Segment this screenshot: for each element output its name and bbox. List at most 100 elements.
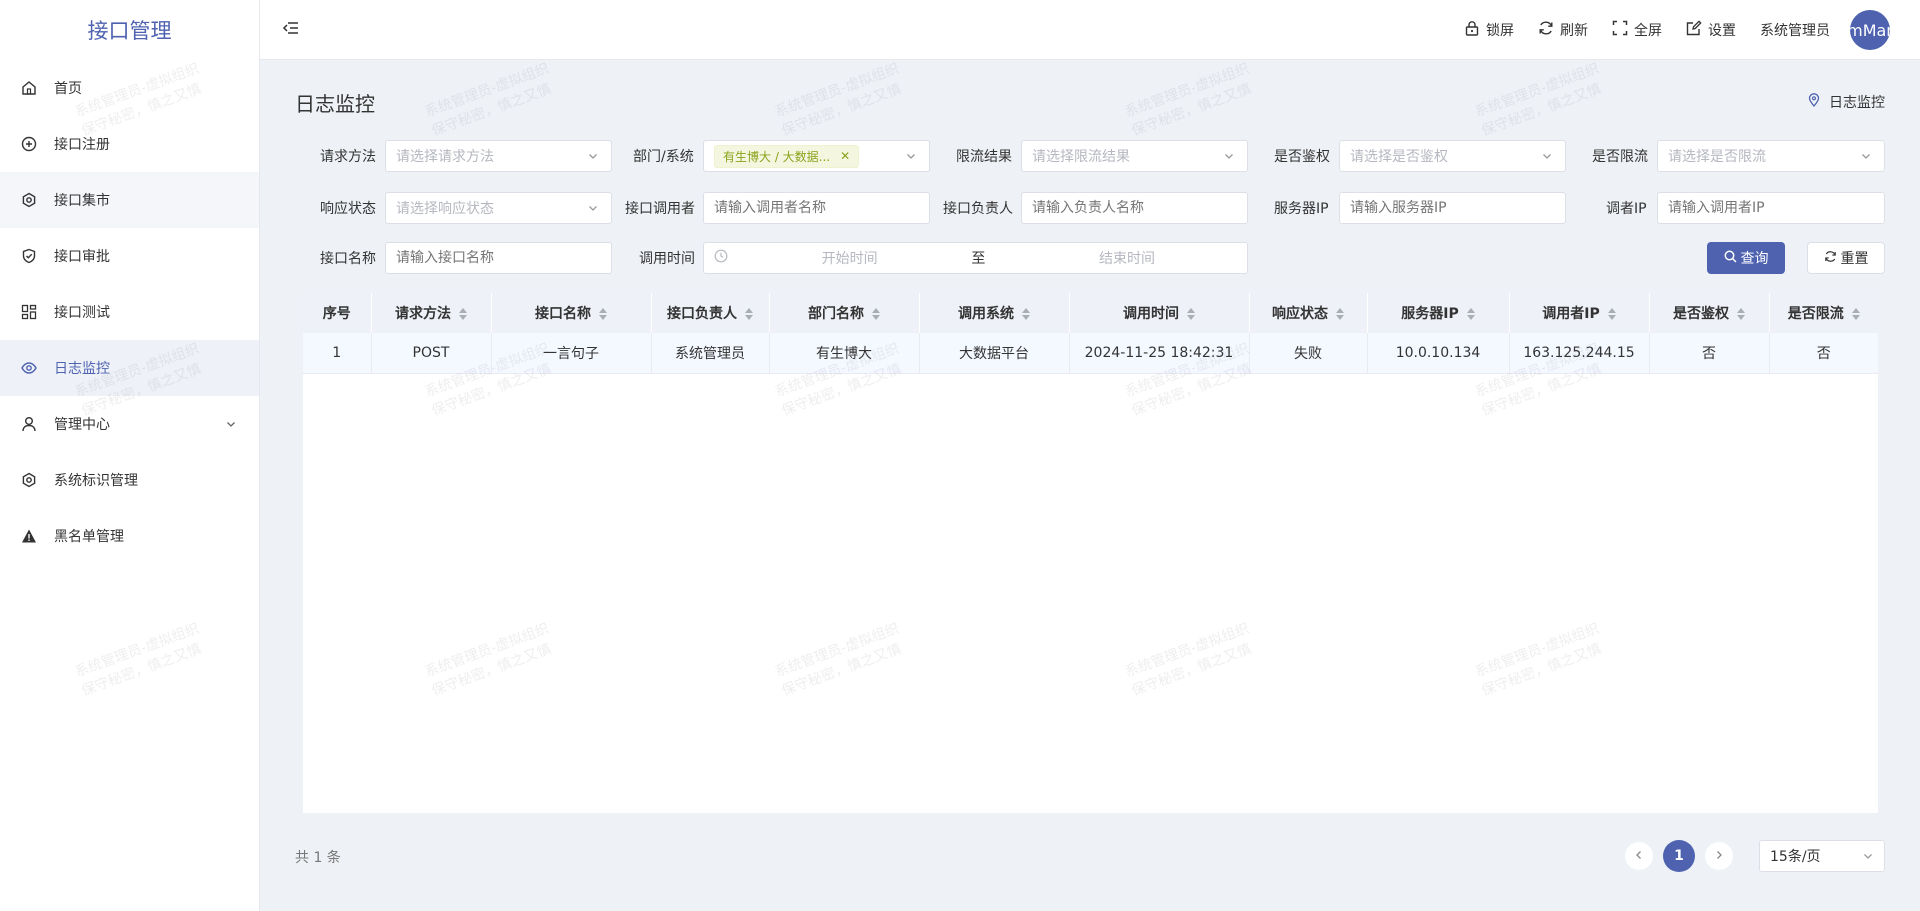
limit-result-select[interactable]: 请选择限流结果: [1021, 140, 1248, 172]
filter-label: 是否鉴权: [1274, 149, 1330, 165]
start-time-input[interactable]: 开始时间: [760, 248, 940, 268]
sidebar-item-label: 接口注册: [54, 137, 110, 153]
search-icon: [1724, 250, 1737, 267]
fullscreen-icon: [1612, 20, 1628, 40]
chevron-down-icon: [587, 202, 599, 218]
dept-cascader[interactable]: 有生博大 / 大数据... ✕: [703, 140, 930, 172]
gear-icon: [20, 471, 38, 489]
select-placeholder: 请选择响应状态: [396, 201, 494, 217]
method-select[interactable]: 请选择请求方法: [385, 140, 612, 172]
column-header[interactable]: 调用系统: [919, 293, 1070, 333]
sidebar-item-home[interactable]: 首页: [0, 60, 259, 116]
lock-screen-button[interactable]: 锁屏: [1464, 20, 1514, 40]
filter-row-1: 请求方法 请选择请求方法 部门/系统 有生博大 / 大数据... ✕ 限流结果 …: [260, 140, 1920, 172]
sidebar-item-approval[interactable]: 接口审批: [0, 228, 259, 284]
gear-icon: [20, 191, 38, 209]
sort-icon: [1022, 308, 1030, 320]
lock-icon: [1464, 20, 1480, 40]
page-size-select[interactable]: 15条/页: [1759, 840, 1885, 872]
is-auth-select[interactable]: 请选择是否鉴权: [1339, 140, 1566, 172]
tool-label: 刷新: [1560, 23, 1588, 39]
chevron-down-icon: [1860, 150, 1872, 166]
sidebar-item-register[interactable]: 接口注册: [0, 116, 259, 172]
chevron-down-icon: [225, 418, 237, 434]
sidebar-item-blacklist[interactable]: 黑名单管理: [0, 508, 259, 564]
range-separator: 至: [971, 251, 986, 267]
next-page-button[interactable]: [1705, 842, 1733, 870]
sort-icon: [1187, 308, 1195, 320]
reset-button[interactable]: 重置: [1807, 242, 1885, 274]
column-header[interactable]: 响应状态: [1249, 293, 1368, 333]
prev-page-button[interactable]: [1625, 842, 1653, 870]
filter-label: 调用时间: [639, 251, 695, 267]
total-count: 共 1 条: [295, 850, 341, 866]
main-content: 日志监控 日志监控 请求方法 请选择请求方法 部门/系统 有生博大 / 大数据.…: [260, 60, 1920, 911]
resp-status-select[interactable]: 请选择响应状态: [385, 192, 612, 224]
api-name-input[interactable]: [385, 242, 612, 274]
refresh-icon: [1824, 250, 1837, 267]
sidebar-item-log-monitor[interactable]: 日志监控: [0, 340, 259, 396]
caller-ip-input[interactable]: [1657, 192, 1885, 224]
caller-input[interactable]: [703, 192, 930, 224]
close-icon[interactable]: ✕: [840, 149, 850, 163]
server-ip-input[interactable]: [1339, 192, 1566, 224]
table-row[interactable]: 1 POST 一言句子 系统管理员 有生博大 大数据平台 2024-11-25 …: [303, 333, 1878, 374]
call-time-range-picker[interactable]: 开始时间 至 结束时间: [703, 242, 1248, 274]
column-header[interactable]: 接口名称: [491, 293, 652, 333]
tool-label: 全屏: [1634, 23, 1662, 39]
settings-button[interactable]: 设置: [1686, 20, 1736, 40]
chevron-down-icon: [587, 150, 599, 166]
sort-icon: [1607, 308, 1616, 320]
table-cell: 否: [1649, 333, 1770, 374]
button-label: 查询: [1740, 251, 1769, 267]
user-name[interactable]: 系统管理员: [1760, 20, 1830, 40]
chevron-down-icon: [1541, 150, 1553, 166]
sort-icon: [1336, 308, 1344, 320]
page-number[interactable]: 1: [1663, 840, 1695, 872]
sidebar-item-management[interactable]: 管理中心: [0, 396, 259, 452]
sidebar-item-system-id[interactable]: 系统标识管理: [0, 452, 259, 508]
is-limit-select[interactable]: 请选择是否限流: [1657, 140, 1885, 172]
home-icon: [20, 79, 38, 97]
column-header[interactable]: 调用时间: [1069, 293, 1250, 333]
fullscreen-button[interactable]: 全屏: [1612, 20, 1662, 40]
eye-icon: [20, 359, 38, 377]
sidebar-item-label: 首页: [54, 81, 82, 97]
table-header-row: 序号 请求方法 接口名称 接口负责人 部门名称 调用系统 调用时间 响应状态 服…: [303, 293, 1878, 333]
column-header[interactable]: 是否鉴权: [1649, 293, 1770, 333]
column-header[interactable]: 部门名称: [769, 293, 920, 333]
end-time-input[interactable]: 结束时间: [1017, 248, 1237, 268]
table-cell: 失败: [1249, 333, 1368, 374]
column-header[interactable]: 请求方法: [371, 293, 492, 333]
page-size-value: 15条/页: [1770, 849, 1821, 865]
clock-icon: [714, 249, 728, 267]
refresh-button[interactable]: 刷新: [1538, 20, 1588, 40]
breadcrumb-item[interactable]: 日志监控: [1829, 92, 1885, 112]
sort-icon: [1466, 308, 1475, 320]
table-cell: 2024-11-25 18:42:31: [1069, 333, 1250, 374]
sidebar-item-label: 接口集市: [54, 193, 110, 209]
filter-label: 请求方法: [320, 149, 376, 165]
table-cell: 大数据平台: [919, 333, 1070, 374]
collapse-sidebar-button[interactable]: [280, 19, 302, 41]
sidebar-item-market[interactable]: 接口集市: [0, 172, 259, 228]
column-header[interactable]: 调用者IP: [1509, 293, 1650, 333]
filter-label: 接口负责人: [943, 201, 1013, 217]
plus-circle-icon: [20, 135, 38, 153]
sidebar-item-test[interactable]: 接口测试: [0, 284, 259, 340]
filter-label: 响应状态: [320, 201, 376, 217]
query-button[interactable]: 查询: [1707, 242, 1785, 274]
column-header[interactable]: 服务器IP: [1367, 293, 1510, 333]
filter-label: 调者IP: [1606, 201, 1647, 217]
log-table: 序号 请求方法 接口名称 接口负责人 部门名称 调用系统 调用时间 响应状态 服…: [303, 293, 1878, 813]
pagination: 1 15条/页: [1625, 840, 1885, 872]
refresh-icon: [1538, 20, 1554, 40]
avatar[interactable]: mMar: [1850, 10, 1890, 50]
column-header[interactable]: 接口负责人: [651, 293, 770, 333]
chevron-down-icon: [1862, 850, 1874, 866]
sidebar: 接口管理 首页 接口注册 接口集市 接口审批 接口测试 日志监控 管理中心 系统…: [0, 0, 260, 911]
owner-input[interactable]: [1021, 192, 1248, 224]
user-icon: [20, 415, 38, 433]
edit-icon: [1686, 20, 1702, 40]
column-header[interactable]: 是否限流: [1769, 293, 1878, 333]
